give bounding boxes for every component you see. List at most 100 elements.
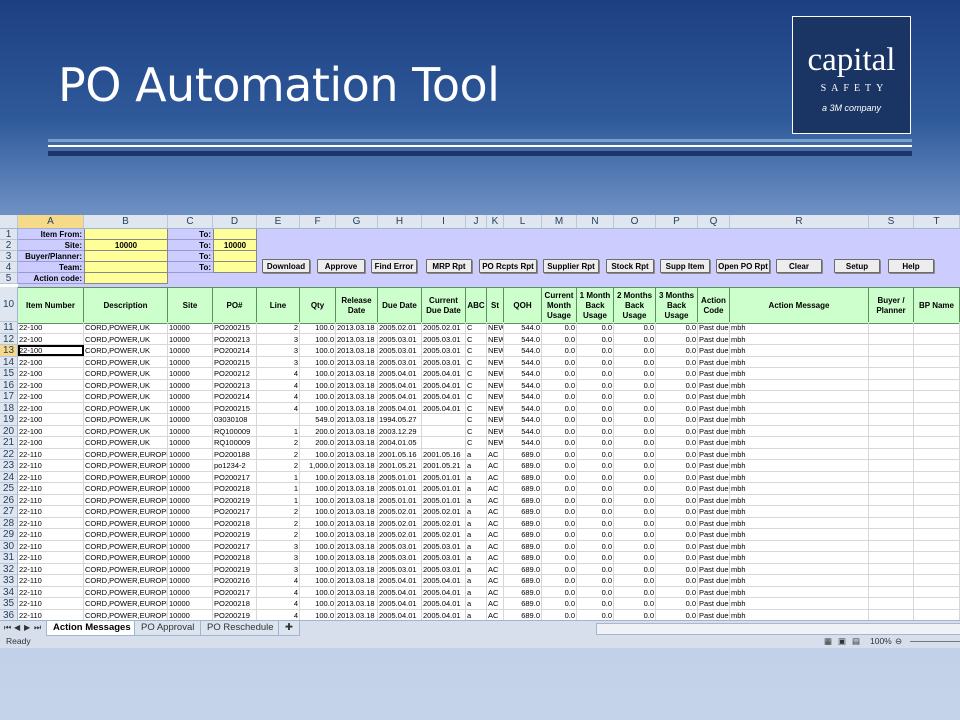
cell-item-number[interactable]: 22-110 xyxy=(18,540,84,552)
cell-release-date[interactable]: 2013.03.18 xyxy=(336,333,378,345)
cell-abc[interactable]: C xyxy=(466,402,487,414)
row-header-5[interactable]: 5 xyxy=(0,273,18,284)
cell-qoh[interactable]: 544.0 xyxy=(504,402,542,414)
cell-1-month-back-usage[interactable]: 0.0 xyxy=(577,356,614,368)
cell-current-due-date[interactable]: 2005.01.01 xyxy=(422,471,466,483)
cell-line[interactable]: 4 xyxy=(257,575,300,586)
cell-description[interactable]: CORD,POWER,EUROPE xyxy=(84,529,168,540)
cell-item-number[interactable]: 22-100 xyxy=(18,414,84,425)
horizontal-scrollbar[interactable] xyxy=(596,623,960,635)
team-to-input[interactable] xyxy=(213,262,257,273)
cell-abc[interactable]: C xyxy=(466,345,487,356)
cell-site[interactable]: 10000 xyxy=(168,563,213,575)
cell-current-month-usage[interactable]: 0.0 xyxy=(542,517,577,529)
cell-qty[interactable]: 100.0 xyxy=(300,345,336,356)
row-header-31[interactable]: 31 xyxy=(0,552,18,564)
cell-line[interactable]: 2 xyxy=(257,460,300,471)
cell-bp-name[interactable] xyxy=(914,322,960,333)
cell-action-message[interactable]: mbh xyxy=(730,414,869,425)
cell-qoh[interactable]: 544.0 xyxy=(504,356,542,368)
cell-buyer-planner[interactable] xyxy=(869,356,914,368)
cell-st[interactable]: AC xyxy=(487,598,504,609)
cell-description[interactable]: CORD,POWER,UK xyxy=(84,402,168,414)
team-from-input[interactable] xyxy=(84,262,168,273)
cell-2-months-back-usage[interactable]: 0.0 xyxy=(614,563,656,575)
cell-1-month-back-usage[interactable]: 0.0 xyxy=(577,402,614,414)
cell-bp-name[interactable] xyxy=(914,609,960,621)
cell-action-code[interactable]: Past due Purchase Order xyxy=(698,483,730,494)
cell-action-code[interactable]: Past due Purchase Order xyxy=(698,368,730,379)
cell-item-number[interactable]: 22-110 xyxy=(18,460,84,471)
cell-abc[interactable]: C xyxy=(466,356,487,368)
cell-1-month-back-usage[interactable]: 0.0 xyxy=(577,437,614,448)
cell-action-code[interactable]: Past due Purchase Order xyxy=(698,609,730,621)
cell-due-date[interactable]: 2005.04.01 xyxy=(378,402,422,414)
column-header-s[interactable]: S xyxy=(869,215,914,228)
cell-current-month-usage[interactable]: 0.0 xyxy=(542,345,577,356)
cell-po[interactable]: PO200219 xyxy=(213,529,257,540)
cell-action-code[interactable]: Past due Purchase Order xyxy=(698,586,730,598)
cell-1-month-back-usage[interactable]: 0.0 xyxy=(577,517,614,529)
cell-description[interactable]: CORD,POWER,EUROPE xyxy=(84,506,168,517)
cell-action-code[interactable]: Past due Purchase Order xyxy=(698,575,730,586)
cell-description[interactable]: CORD,POWER,UK xyxy=(84,437,168,448)
cell-current-month-usage[interactable]: 0.0 xyxy=(542,506,577,517)
row-header-29[interactable]: 29 xyxy=(0,529,18,541)
cell-action-message[interactable]: mbh xyxy=(730,563,869,575)
cell-buyer-planner[interactable] xyxy=(869,563,914,575)
cell-qty[interactable]: 100.0 xyxy=(300,575,336,586)
cell-release-date[interactable]: 2013.03.18 xyxy=(336,460,378,471)
cell-buyer-planner[interactable] xyxy=(869,368,914,379)
cell-buyer-planner[interactable] xyxy=(869,552,914,563)
cell-po[interactable]: PO200217 xyxy=(213,540,257,552)
cell-qty[interactable]: 100.0 xyxy=(300,483,336,494)
cell-line[interactable]: 3 xyxy=(257,540,300,552)
cell-release-date[interactable]: 2013.03.18 xyxy=(336,586,378,598)
cell-site[interactable]: 10000 xyxy=(168,345,213,356)
cell-current-month-usage[interactable]: 0.0 xyxy=(542,471,577,483)
row-header-15[interactable]: 15 xyxy=(0,368,18,380)
cell-st[interactable]: AC xyxy=(487,552,504,563)
cell-3-months-back-usage[interactable]: 0.0 xyxy=(656,333,698,345)
sheet-tab-action-messages[interactable]: Action Messages xyxy=(46,621,138,636)
open-po-rpt-button[interactable]: Open PO Rpt xyxy=(716,259,770,273)
column-header-l[interactable]: L xyxy=(504,215,542,228)
cell-action-message[interactable]: mbh xyxy=(730,448,869,460)
cell-abc[interactable]: a xyxy=(466,552,487,563)
cell-abc[interactable]: a xyxy=(466,471,487,483)
row-header-16[interactable]: 16 xyxy=(0,379,18,391)
buyer-to-input[interactable] xyxy=(213,251,257,262)
cell-bp-name[interactable] xyxy=(914,517,960,529)
cell-description[interactable]: CORD,POWER,EUROPE xyxy=(84,494,168,506)
cell-3-months-back-usage[interactable]: 0.0 xyxy=(656,471,698,483)
cell-release-date[interactable]: 2013.03.18 xyxy=(336,609,378,621)
row-header-35[interactable]: 35 xyxy=(0,598,18,610)
cell-due-date[interactable]: 1994.05.27 xyxy=(378,414,422,425)
cell-po[interactable]: PO200215 xyxy=(213,402,257,414)
cell-release-date[interactable]: 2013.03.18 xyxy=(336,552,378,563)
cell-current-due-date[interactable]: 2005.04.01 xyxy=(422,402,466,414)
cell-site[interactable]: 10000 xyxy=(168,437,213,448)
cell-1-month-back-usage[interactable]: 0.0 xyxy=(577,529,614,540)
cell-2-months-back-usage[interactable]: 0.0 xyxy=(614,345,656,356)
cell-description[interactable]: CORD,POWER,EUROPE xyxy=(84,586,168,598)
cell-description[interactable]: CORD,POWER,UK xyxy=(84,391,168,402)
cell-buyer-planner[interactable] xyxy=(869,391,914,402)
cell-site[interactable]: 10000 xyxy=(168,598,213,609)
cell-qty[interactable]: 100.0 xyxy=(300,322,336,333)
cell-po[interactable]: PO200218 xyxy=(213,552,257,563)
cell-current-due-date[interactable]: 2001.05.16 xyxy=(422,448,466,460)
cell-bp-name[interactable] xyxy=(914,483,960,494)
cell-line[interactable]: 4 xyxy=(257,402,300,414)
cell-abc[interactable]: a xyxy=(466,517,487,529)
row-header-30[interactable]: 30 xyxy=(0,540,18,552)
cell-site[interactable]: 10000 xyxy=(168,368,213,379)
cell-due-date[interactable]: 2003.12.29 xyxy=(378,425,422,437)
column-header-f[interactable]: F xyxy=(300,215,336,228)
cell-current-due-date[interactable]: 2005.01.01 xyxy=(422,494,466,506)
cell-line[interactable] xyxy=(257,414,300,425)
cell-bp-name[interactable] xyxy=(914,460,960,471)
cell-description[interactable]: CORD,POWER,EUROPE xyxy=(84,517,168,529)
row-header-25[interactable]: 25 xyxy=(0,483,18,495)
cell-bp-name[interactable] xyxy=(914,563,960,575)
